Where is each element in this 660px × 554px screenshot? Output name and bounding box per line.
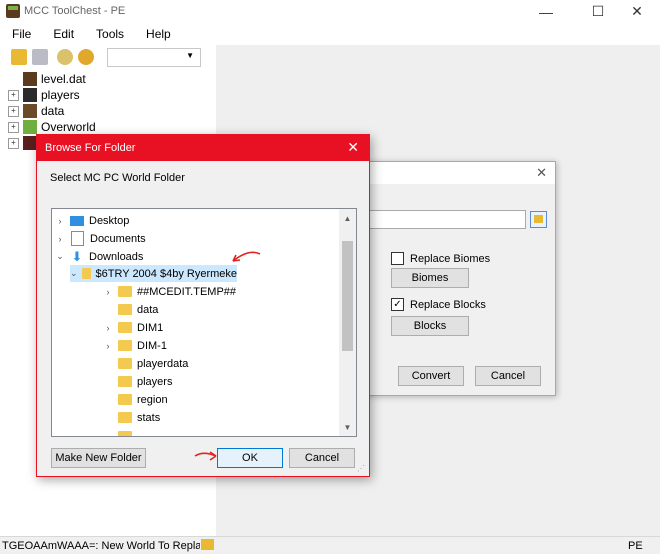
folder-item-documents[interactable]: › Documents <box>54 230 146 247</box>
folder-tree-scrollbar[interactable]: ▲ ▼ <box>339 209 356 436</box>
scroll-up-icon[interactable]: ▲ <box>339 211 356 225</box>
folder-item-mcedit-temp[interactable]: › ##MCEDIT.TEMP## <box>102 283 237 300</box>
annotation-arrow-folder <box>232 251 261 262</box>
open-icon[interactable] <box>11 49 27 65</box>
ok-button[interactable]: OK <box>217 448 283 468</box>
browse-cancel-button[interactable]: Cancel <box>289 448 355 468</box>
folder-icon <box>118 304 132 315</box>
expand-icon[interactable]: + <box>8 89 19 101</box>
expand-icon[interactable]: + <box>8 105 19 117</box>
annotation-arrow-ok <box>194 451 217 461</box>
convert-cancel-button[interactable]: Cancel <box>475 366 541 386</box>
chevron-down-icon[interactable]: ⌄ <box>54 251 66 262</box>
world-type-dropdown[interactable]: ▼ <box>107 48 201 67</box>
folder-path-input[interactable] <box>361 210 526 229</box>
folder-item-selected[interactable]: ⌄ $6TRY 2004 $4by Ryermeke <box>70 265 237 282</box>
folder-icon <box>118 340 132 351</box>
folder-icon <box>118 286 132 297</box>
folder-item-partial[interactable] <box>102 428 137 436</box>
folder-item-dim1[interactable]: › DIM1 <box>102 319 164 336</box>
replace-blocks-row: ✓ Replace Blocks <box>391 298 486 311</box>
tree-item-players[interactable]: + players <box>8 87 80 103</box>
folder-item-desktop[interactable]: › Desktop <box>54 212 130 229</box>
menu-file[interactable]: File <box>0 24 41 44</box>
folder-item-stats[interactable]: stats <box>102 409 160 426</box>
minimize-button[interactable]: — <box>523 0 569 23</box>
close-button[interactable]: ✕ <box>614 0 660 23</box>
documents-icon <box>71 231 84 246</box>
folder-item-playerdata[interactable]: playerdata <box>102 355 188 372</box>
folder-item-data[interactable]: data <box>102 301 158 318</box>
replace-biomes-row: Replace Biomes <box>391 252 490 265</box>
downloads-icon: ⬇ <box>71 248 83 264</box>
replace-biomes-label: Replace Biomes <box>410 252 491 265</box>
biomes-button[interactable]: Biomes <box>391 268 469 288</box>
resize-grip-icon[interactable]: ⋰ <box>357 464 367 474</box>
folder-icon <box>118 412 132 423</box>
chevron-right-icon[interactable]: › <box>54 216 66 226</box>
folder-icon <box>118 394 132 405</box>
browse-dialog-titlebar: Browse For Folder ✕ <box>37 135 369 161</box>
replace-biomes-checkbox[interactable] <box>391 252 404 265</box>
blocks-button[interactable]: Blocks <box>391 316 469 336</box>
file-icon <box>23 72 37 86</box>
folder-item-downloads[interactable]: ⌄ ⬇ Downloads <box>54 248 143 265</box>
replace-blocks-label: Replace Blocks <box>410 298 486 311</box>
browse-folder-dialog: Browse For Folder ✕ Select MC PC World F… <box>36 134 370 477</box>
folder-item-region[interactable]: region <box>102 391 168 408</box>
chevron-right-icon[interactable]: › <box>102 323 114 333</box>
status-text: TGEOAAmWAAA=: New World To Replace <box>2 540 200 552</box>
tree-item-level-dat[interactable]: level.dat <box>8 71 86 87</box>
browse-dialog-title: Browse For Folder <box>45 142 136 154</box>
window-title: MCC ToolChest - PE <box>24 5 126 17</box>
browse-instruction: Select MC PC World Folder <box>50 172 185 184</box>
netherrack-icon <box>23 136 37 150</box>
folder-item-dim-minus1[interactable]: › DIM-1 <box>102 337 167 354</box>
chevron-right-icon[interactable]: › <box>102 341 114 351</box>
grass-block-icon <box>23 120 37 134</box>
toolbar: ▼ <box>0 45 215 69</box>
folder-icon <box>118 322 132 333</box>
convert-dialog-titlebar: ✕ <box>361 162 555 184</box>
replace-blocks-checkbox[interactable]: ✓ <box>391 298 404 311</box>
folder-icon <box>118 358 132 369</box>
convert-dialog: ✕ Replace Biomes Biomes ✓ Replace Blocks… <box>360 161 556 396</box>
menu-help[interactable]: Help <box>134 24 181 44</box>
chevron-right-icon[interactable]: › <box>54 234 66 244</box>
data-icon <box>23 104 37 118</box>
convert-button[interactable]: Convert <box>398 366 464 386</box>
close-icon[interactable]: ✕ <box>347 139 359 156</box>
edit-icon[interactable] <box>57 49 73 65</box>
expand-icon[interactable]: + <box>8 121 19 133</box>
folder-icon <box>118 431 132 436</box>
expand-icon[interactable]: + <box>8 137 19 149</box>
scroll-thumb[interactable] <box>342 241 353 351</box>
folder-item-players[interactable]: players <box>102 373 172 390</box>
desktop-icon <box>70 215 84 226</box>
folder-icon <box>118 376 132 387</box>
scroll-down-icon[interactable]: ▼ <box>339 420 356 434</box>
tree-item-overworld[interactable]: + Overworld <box>8 119 96 135</box>
make-new-folder-button[interactable]: Make New Folder <box>51 448 146 468</box>
tree-item-data[interactable]: + data <box>8 103 64 119</box>
close-icon[interactable]: ✕ <box>536 165 547 181</box>
app-icon <box>6 4 20 18</box>
folder-icon[interactable] <box>201 539 214 550</box>
menu-bar: File Edit Tools Help <box>0 24 660 44</box>
chevron-right-icon[interactable]: › <box>102 287 114 297</box>
status-bar: TGEOAAmWAAA=: New World To Replace PE <box>0 536 660 554</box>
folder-tree[interactable]: › Desktop › Documents ⌄ ⬇ Downloads ⌄ $6… <box>51 208 357 437</box>
search-icon[interactable] <box>78 49 94 65</box>
players-icon <box>23 88 37 102</box>
status-mode: PE <box>628 540 643 552</box>
folder-icon <box>81 268 91 279</box>
browse-folder-button[interactable] <box>530 211 547 228</box>
chevron-down-icon: ▼ <box>186 51 194 60</box>
save-icon[interactable] <box>32 49 48 65</box>
menu-tools[interactable]: Tools <box>84 24 134 44</box>
chevron-down-icon[interactable]: ⌄ <box>70 268 78 279</box>
menu-edit[interactable]: Edit <box>41 24 84 44</box>
title-bar: MCC ToolChest - PE — ☐ ✕ <box>0 0 660 23</box>
